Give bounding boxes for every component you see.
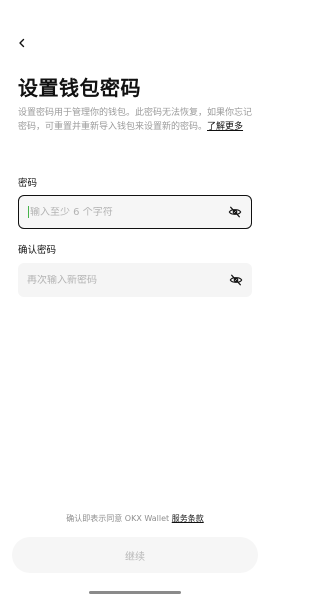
terms-prefix: 确认即表示同意 OKX Wallet: [66, 514, 172, 523]
back-button[interactable]: [13, 34, 31, 52]
toggle-password-visibility-button[interactable]: [227, 204, 243, 220]
home-indicator: [89, 591, 181, 594]
terms-notice: 确认即表示同意 OKX Wallet 服务条款: [0, 513, 270, 524]
chevron-left-icon: [19, 38, 25, 48]
text-caret: [28, 206, 29, 218]
learn-more-link[interactable]: 了解更多: [207, 122, 243, 132]
page-title: 设置钱包密码: [18, 76, 141, 100]
eye-off-icon: [229, 274, 243, 286]
password-input[interactable]: [30, 206, 227, 218]
continue-button[interactable]: 继续: [12, 537, 258, 573]
toggle-confirm-visibility-button[interactable]: [228, 272, 244, 288]
confirm-password-label: 确认密码: [18, 245, 57, 256]
password-field[interactable]: [18, 195, 252, 229]
confirm-password-field[interactable]: [18, 263, 252, 297]
eye-off-icon: [228, 206, 242, 218]
page-description: 设置密码用于管理你的钱包。此密码无法恢复，如果你忘记密码，可重置并重新导入钱包来…: [18, 107, 254, 134]
password-label: 密码: [18, 178, 38, 189]
confirm-password-input[interactable]: [27, 274, 228, 286]
terms-of-service-link[interactable]: 服务条款: [172, 514, 204, 523]
